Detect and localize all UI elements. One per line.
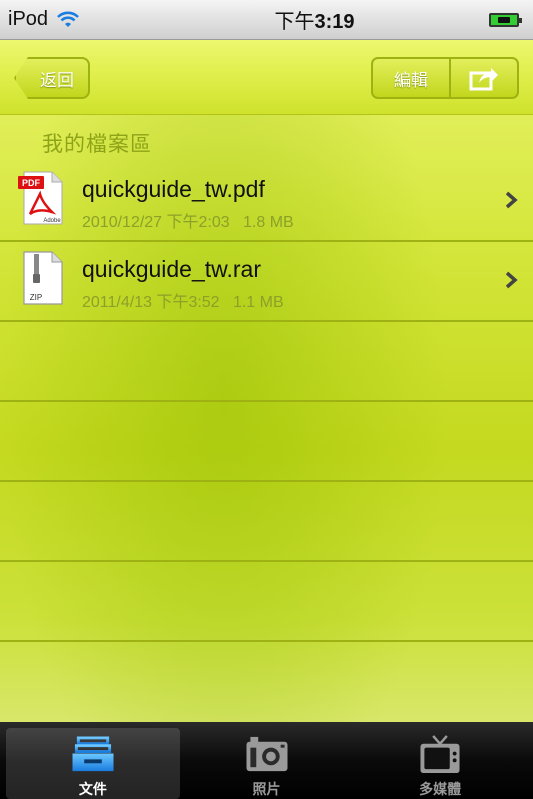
empty-row	[0, 642, 533, 722]
camera-icon	[246, 736, 287, 772]
tv-icon	[420, 735, 460, 774]
nav-right-buttons: 編輯	[371, 57, 519, 99]
svg-text:Adobe: Adobe	[43, 218, 61, 224]
svg-text:ZIP: ZIP	[30, 293, 42, 302]
file-name: quickguide_tw.rar	[82, 256, 261, 282]
battery-icon	[489, 12, 522, 27]
tab-multimedia[interactable]: 多媒體	[353, 728, 527, 799]
carrier-label: iPod	[8, 8, 49, 30]
status-bar: iPod 下午3:19	[0, 0, 533, 40]
chevron-right-icon	[505, 191, 518, 209]
back-button[interactable]: 返回	[14, 57, 90, 99]
tab-label: 多媒體	[419, 781, 462, 797]
file-date: 2011/4/13 下午3:52	[82, 294, 220, 311]
file-meta: 2011/4/13 下午3:52 1.1 MB	[82, 288, 284, 312]
documents-tray-icon	[72, 736, 114, 772]
share-icon	[469, 68, 498, 91]
navigation-bar: 返回 編輯	[0, 40, 533, 115]
tab-label: 文件	[78, 781, 107, 797]
status-time-value: 3:19	[314, 11, 355, 33]
file-row[interactable]: PDF Adobe quickguide_tw.pdf 2010/12/27 下…	[0, 162, 533, 242]
file-size: 1.1 MB	[232, 294, 284, 311]
empty-row	[0, 562, 533, 642]
empty-row	[0, 402, 533, 482]
status-time-ampm: 下午	[274, 11, 315, 33]
zip-file-icon: ZIP	[23, 251, 63, 305]
tab-documents[interactable]: 文件	[6, 728, 180, 799]
tab-bar: 文件 照片 多媒體	[0, 722, 533, 799]
svg-text:PDF: PDF	[22, 178, 41, 188]
share-button[interactable]	[451, 59, 517, 97]
file-name: quickguide_tw.pdf	[82, 176, 265, 202]
tab-photos[interactable]: 照片	[180, 728, 354, 799]
section-title: 我的檔案區	[42, 133, 152, 156]
file-row[interactable]: ZIP quickguide_tw.rar 2011/4/13 下午3:52 1…	[0, 242, 533, 322]
wifi-icon	[57, 11, 79, 27]
status-time: 下午3:19	[140, 5, 489, 34]
pdf-file-icon: PDF Adobe	[18, 171, 63, 225]
empty-row	[0, 482, 533, 562]
charging-plug-icon	[498, 16, 510, 23]
empty-row	[0, 322, 533, 402]
edit-button[interactable]: 編輯	[373, 59, 451, 97]
main-content: 返回 編輯 我的檔案區 PDF Adobe quickguide_tw.pdf …	[0, 40, 533, 722]
tab-label: 照片	[252, 781, 281, 797]
file-meta: 2010/12/27 下午2:03 1.8 MB	[82, 208, 294, 232]
chevron-right-icon	[505, 271, 518, 289]
file-size: 1.8 MB	[243, 214, 294, 231]
file-date: 2010/12/27 下午2:03	[82, 214, 230, 231]
